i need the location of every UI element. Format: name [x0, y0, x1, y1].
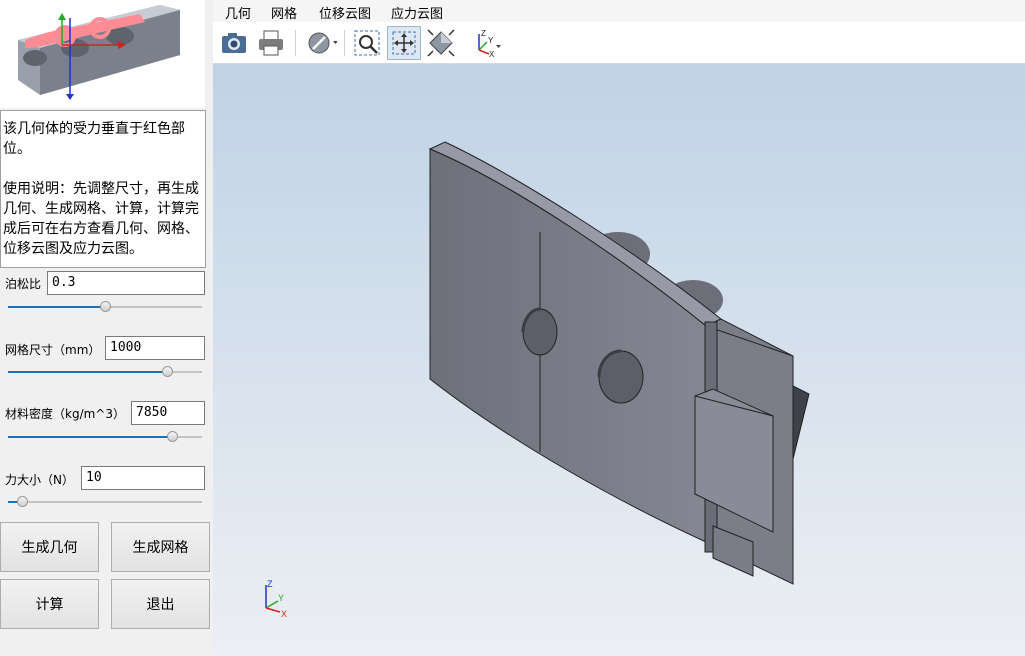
display-mode-icon[interactable] — [303, 26, 337, 60]
material-density-input[interactable]: 7850 — [131, 401, 205, 425]
mesh-size-label: 网格尺寸（mm） — [5, 343, 101, 357]
force-input[interactable]: 10 — [81, 466, 205, 490]
left-panel: 该几何体的受力垂直于红色部位。 使用说明：先调整尺寸，再生成几何、生成网格、计算… — [0, 0, 212, 656]
description-line2: 使用说明：先调整尺寸，再生成几何、生成网格、计算，计算完成后可在右方查看几何、网… — [3, 181, 199, 257]
tab-geometry[interactable]: 几何 — [225, 3, 251, 22]
generate-geometry-button[interactable]: 生成几何 — [0, 522, 99, 572]
triad-x-label: X — [281, 609, 287, 619]
exit-button[interactable]: 退出 — [111, 579, 210, 629]
model-render — [428, 141, 810, 585]
axis-y-label: Y — [488, 36, 494, 45]
axis-z-label: Z — [481, 29, 486, 38]
3d-viewport[interactable]: Z Y X — [213, 64, 1025, 656]
force-label: 力大小（N） — [5, 473, 74, 487]
axis-triad: Z Y X — [258, 579, 298, 619]
axis-view-icon[interactable]: ZYX — [469, 26, 503, 60]
camera-icon[interactable] — [217, 26, 251, 60]
slider-thumb[interactable] — [100, 301, 111, 312]
mesh-size-input[interactable]: 1000 — [105, 336, 205, 360]
geometry-preview-image — [0, 0, 205, 108]
slider-thumb[interactable] — [17, 496, 28, 507]
poisson-ratio-input[interactable]: 0.3 — [47, 271, 205, 295]
app-window: 该几何体的受力垂直于红色部位。 使用说明：先调整尺寸，再生成几何、生成网格、计算… — [0, 0, 1025, 656]
tab-mesh[interactable]: 网格 — [271, 3, 297, 22]
compute-button[interactable]: 计算 — [0, 579, 99, 629]
slider-thumb[interactable] — [162, 366, 173, 377]
poisson-ratio-slider[interactable] — [8, 300, 202, 314]
description-line1: 该几何体的受力垂直于红色部位。 — [3, 121, 185, 157]
description-box: 该几何体的受力垂直于红色部位。 使用说明：先调整尺寸，再生成几何、生成网格、计算… — [0, 110, 206, 268]
force-slider[interactable] — [8, 495, 202, 509]
axis-x-label: X — [489, 50, 495, 59]
tab-stress[interactable]: 应力云图 — [391, 3, 443, 22]
print-icon[interactable] — [254, 26, 288, 60]
tab-displacement[interactable]: 位移云图 — [319, 3, 371, 22]
generate-mesh-button[interactable]: 生成网格 — [111, 522, 210, 572]
viewer-toolbar: ZYX — [213, 22, 1025, 64]
poisson-ratio-label: 泊松比 — [5, 277, 42, 291]
material-density-slider[interactable] — [8, 430, 202, 444]
slider-thumb[interactable] — [167, 431, 178, 442]
zoom-window-icon[interactable] — [350, 26, 384, 60]
view-tabs: 几何 网格 位移云图 应力云图 — [213, 0, 1025, 22]
triad-z-label: Z — [267, 579, 273, 589]
pan-icon[interactable] — [387, 26, 421, 60]
mesh-size-slider[interactable] — [8, 365, 202, 379]
fit-all-icon[interactable] — [424, 26, 458, 60]
triad-y-label: Y — [278, 593, 284, 603]
material-density-label: 材料密度（kg/m^3） — [5, 407, 125, 421]
